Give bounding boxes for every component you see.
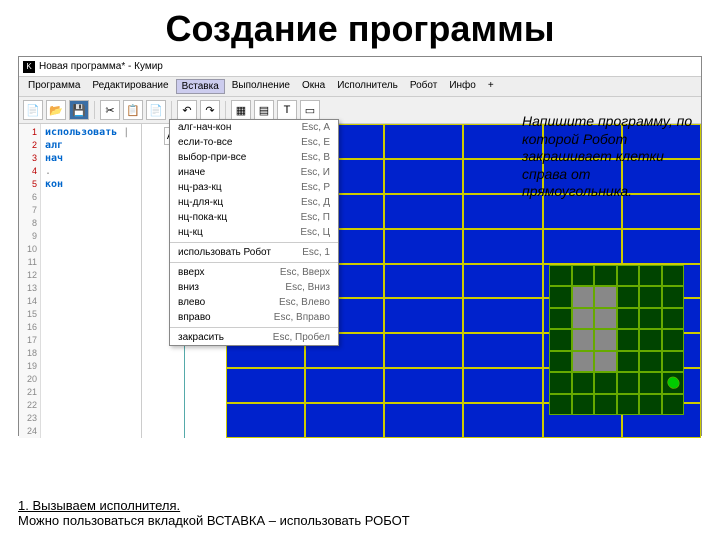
- dropdown-item[interactable]: влевоEsc, Влево: [170, 295, 338, 310]
- dropdown-item[interactable]: вправоEsc, Вправо: [170, 310, 338, 325]
- footer-step: 1. Вызываем исполнителя.: [18, 498, 410, 513]
- menu-item[interactable]: +: [483, 79, 499, 94]
- separator: [225, 101, 226, 119]
- menubar[interactable]: ПрограммаРедактированиеВставкаВыполнение…: [19, 77, 701, 97]
- paste-icon[interactable]: 📄: [146, 100, 166, 120]
- mini-field: [549, 265, 684, 415]
- dropdown-item[interactable]: иначеEsc, И: [170, 165, 338, 180]
- dropdown-item[interactable]: вверхEsc, Вверх: [170, 265, 338, 280]
- menu-item[interactable]: Вставка: [176, 79, 225, 94]
- redo-icon[interactable]: ↷: [200, 100, 220, 120]
- cut-icon[interactable]: ✂: [100, 100, 120, 120]
- dropdown-item[interactable]: нц-пока-кцEsc, П: [170, 210, 338, 225]
- code-line: кон: [45, 179, 63, 190]
- dropdown-item[interactable]: нц-кцEsc, Ц: [170, 225, 338, 240]
- dropdown-item[interactable]: использовать РоботEsc, 1: [170, 245, 338, 260]
- copy-icon[interactable]: 📋: [123, 100, 143, 120]
- separator: [94, 101, 95, 119]
- save-icon[interactable]: 💾: [69, 100, 89, 120]
- dropdown-item[interactable]: внизEsc, Вниз: [170, 280, 338, 295]
- menu-item[interactable]: Робот: [405, 79, 442, 94]
- code-line: .: [45, 166, 51, 177]
- file-icon[interactable]: 📄: [23, 100, 43, 120]
- menu-item[interactable]: Выполнение: [227, 79, 295, 94]
- task-text: Напишите программу, по которой Робот зак…: [522, 113, 702, 201]
- open-icon[interactable]: 📂: [46, 100, 66, 120]
- doc-icon[interactable]: ▭: [300, 100, 320, 120]
- footer-hint: Можно пользоваться вкладкой ВСТАВКА – ис…: [18, 513, 410, 528]
- text-icon[interactable]: T: [277, 100, 297, 120]
- dropdown-item[interactable]: закраситьEsc, Пробел: [170, 330, 338, 345]
- undo-icon[interactable]: ↶: [177, 100, 197, 120]
- dropdown-item[interactable]: нц-раз-кцEsc, P: [170, 180, 338, 195]
- code-line: нач: [45, 153, 63, 164]
- menu-item[interactable]: Редактирование: [87, 79, 173, 94]
- line-gutter: 123456789101112131415161718192021222324: [19, 124, 41, 438]
- page-title: Создание программы: [0, 0, 720, 56]
- dropdown-item[interactable]: алг-нач-конEsc, A: [170, 120, 338, 135]
- grid-icon[interactable]: ▦: [231, 100, 251, 120]
- window-title: Новая программа* - Кумир: [39, 61, 163, 72]
- dropdown-item[interactable]: если-то-всеEsc, E: [170, 135, 338, 150]
- menu-item[interactable]: Окна: [297, 79, 330, 94]
- code-editor[interactable]: использовать | алг нач . кон: [41, 124, 141, 438]
- menu-item[interactable]: Программа: [23, 79, 85, 94]
- footer: 1. Вызываем исполнителя. Можно пользоват…: [18, 498, 410, 528]
- app-icon: K: [23, 61, 35, 73]
- dropdown-item[interactable]: нц-для-кцEsc, Д: [170, 195, 338, 210]
- code-line: алг: [45, 140, 63, 151]
- code-line: использовать: [45, 127, 117, 138]
- titlebar: K Новая программа* - Кумир: [19, 57, 701, 77]
- dropdown-item[interactable]: выбор-при-всеEsc, B: [170, 150, 338, 165]
- menu-item[interactable]: Инфо: [444, 79, 481, 94]
- grid2-icon[interactable]: ▤: [254, 100, 274, 120]
- menu-item[interactable]: Исполнитель: [332, 79, 403, 94]
- insert-dropdown[interactable]: алг-нач-конEsc, Aесли-то-всеEsc, Eвыбор-…: [169, 119, 339, 346]
- separator: [171, 101, 172, 119]
